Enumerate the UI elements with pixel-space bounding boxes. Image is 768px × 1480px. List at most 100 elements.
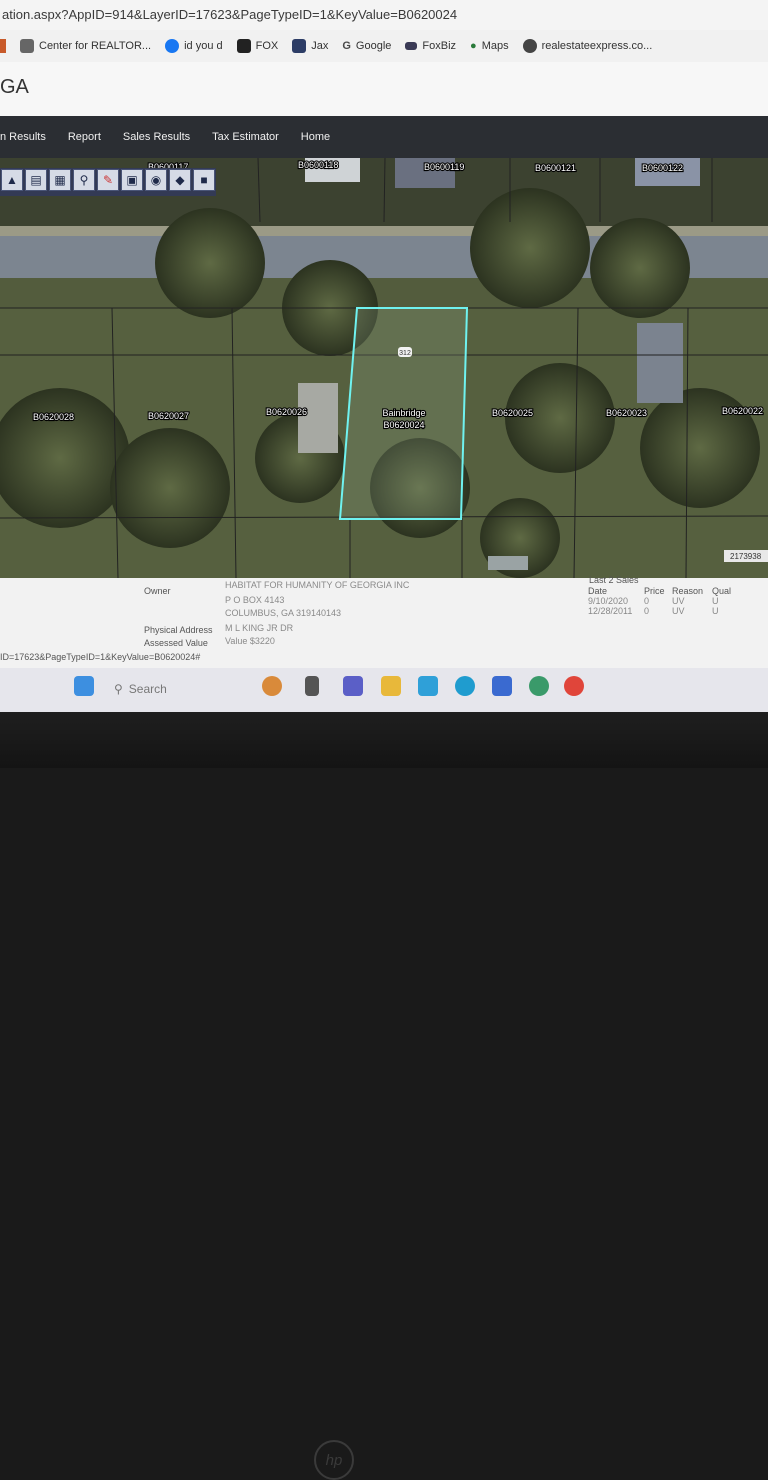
start-icon[interactable] <box>74 676 94 696</box>
physical-address-label: Physical Address <box>144 625 213 635</box>
bookmark-partial-icon <box>0 39 6 53</box>
extent-icon[interactable]: ▣ <box>121 169 143 191</box>
search-icon: ⚲ <box>114 682 123 696</box>
bookmark-google[interactable]: G Google <box>342 40 391 52</box>
notification-icon[interactable] <box>529 676 549 696</box>
fox-icon <box>236 39 251 53</box>
chrome-icon[interactable] <box>564 676 584 696</box>
table-row: 9/10/2020 0 UV U <box>588 596 737 606</box>
owner-line: P O BOX 4143 <box>225 595 285 605</box>
bookmark-label: FOX <box>255 40 279 52</box>
bookmark-label: realestateexpress.co... <box>541 40 653 52</box>
physical-address: M L KING JR DR <box>225 623 294 633</box>
bookmark-facebook[interactable]: id you d <box>165 39 223 53</box>
bookmark-maps[interactable]: ● Maps <box>470 40 509 52</box>
top-parcel-label: B0600122 <box>642 163 683 173</box>
top-parcel-label: B0600119 <box>424 162 464 172</box>
bookmark-label: id you d <box>184 40 223 52</box>
task-view-icon[interactable] <box>305 676 319 696</box>
sale-reason: UV <box>672 606 685 616</box>
top-parcel-label: B0600118 <box>298 160 338 170</box>
app-header: GA <box>0 62 768 116</box>
globe-icon <box>522 39 537 53</box>
parcel-map[interactable]: 312 B0600117 B0600118 B0600119 B0600121 … <box>0 158 768 578</box>
sales-header-row: Date Price Reason Qual <box>588 586 737 596</box>
bookmark-icon <box>20 39 34 53</box>
nav-sales-results[interactable]: Sales Results <box>123 131 190 143</box>
nav-report[interactable]: Report <box>68 131 101 143</box>
table-row: 12/28/2011 0 UV U <box>588 606 737 616</box>
bookmark-fox[interactable]: FOX <box>236 39 279 53</box>
maps-icon: ● <box>470 40 477 52</box>
sales-table: Date Price Reason Qual 9/10/2020 0 UV U … <box>588 586 737 616</box>
owner-line: COLUMBUS, GA 319140143 <box>225 608 342 618</box>
sales-header: Price <box>644 586 665 596</box>
owner-label: Owner <box>144 586 171 596</box>
sale-qual: U <box>712 606 719 616</box>
nav-home[interactable]: Home <box>301 131 330 143</box>
bookmark-label: Maps <box>481 40 509 52</box>
bookmark-jax[interactable]: Jax <box>292 39 328 53</box>
store-icon[interactable] <box>418 676 438 696</box>
sale-price: 0 <box>644 596 650 606</box>
selected-parcel-id: B0620024 <box>383 420 424 430</box>
file-explorer-icon[interactable] <box>381 676 401 696</box>
assessed-value-label: Assessed Value <box>144 638 208 648</box>
measure-icon[interactable]: ◉ <box>145 169 167 191</box>
parcel-number: 312 <box>399 350 411 357</box>
sale-date: 9/10/2020 <box>588 596 629 606</box>
hp-logo: hp <box>314 1440 354 1480</box>
bookmark-label: Center for REALTOR... <box>39 40 152 52</box>
bookmark-foxbiz[interactable]: FoxBiz <box>405 40 456 52</box>
teams-icon[interactable] <box>343 676 363 696</box>
pencil-icon[interactable]: ✎ <box>97 169 119 191</box>
page-icon <box>292 39 307 53</box>
address-bar[interactable]: ation.aspx?AppID=914&LayerID=17623&PageT… <box>0 0 768 30</box>
foxbiz-icon <box>405 42 418 50</box>
nav-bar: n Results Report Sales Results Tax Estim… <box>0 116 768 158</box>
sales-title: Last 2 Sales <box>589 575 639 585</box>
grid-icon[interactable]: ▦ <box>49 169 71 191</box>
select-icon[interactable]: ◆ <box>169 169 191 191</box>
sale-qual: U <box>712 596 719 606</box>
bookmark-center-for-realtor[interactable]: Center for REALTOR... <box>20 39 151 53</box>
pan-icon[interactable]: ▲ <box>1 169 23 191</box>
widget-icon[interactable] <box>262 676 282 696</box>
bookmarks-bar: Center for REALTOR... id you d FOX Jax G… <box>0 30 768 63</box>
corner-id: 2173938 <box>730 552 762 561</box>
assessed-value: Value $3220 <box>225 636 275 646</box>
taskbar-search[interactable]: ⚲ Search <box>114 678 234 700</box>
sale-reason: UV <box>672 596 685 606</box>
bookmark-label: FoxBiz <box>422 40 457 52</box>
parcel-label: B0620028 <box>33 412 74 422</box>
store-bag-icon[interactable] <box>492 676 512 696</box>
bookmark-label: Google <box>355 40 392 52</box>
parcel-label: B0620022 <box>722 406 763 416</box>
zoom-icon[interactable]: ⚲ <box>73 169 95 191</box>
parcel-label: B0620026 <box>266 407 307 417</box>
nav-search-results[interactable]: n Results <box>0 131 46 143</box>
layers-icon[interactable]: ▤ <box>25 169 47 191</box>
bookmark-label: Jax <box>311 40 329 52</box>
sales-header: Date <box>588 586 608 596</box>
aerial-map[interactable]: 312 B0600117 B0600118 B0600119 B0600121 … <box>0 158 768 578</box>
sale-price: 0 <box>644 606 650 616</box>
nav-tax-estimator[interactable]: Tax Estimator <box>212 131 279 143</box>
search-placeholder: Search <box>128 682 167 696</box>
owner-line: HABITAT FOR HUMANITY OF GEORGIA INC <box>225 580 410 590</box>
map-toolbar: ▲ ▤ ▦ ⚲ ✎ ▣ ◉ ◆ ■ <box>0 168 216 196</box>
app-title: GA <box>0 76 29 98</box>
status-url: ID=17623&PageTypeID=1&KeyValue=B0620024# <box>0 652 201 662</box>
sales-header: Reason <box>672 586 704 596</box>
google-icon: G <box>342 40 351 52</box>
selected-parcel-name: Bainbridge <box>382 408 425 418</box>
parcel-label: B0620027 <box>148 411 189 421</box>
sale-date: 12/28/2011 <box>588 606 633 616</box>
save-icon[interactable]: ■ <box>193 169 215 191</box>
bookmark-realestateexpress[interactable]: realestateexpress.co... <box>522 39 653 53</box>
url-text: ation.aspx?AppID=914&LayerID=17623&PageT… <box>2 7 458 22</box>
parcel-label: B0620025 <box>492 408 533 418</box>
screen: ation.aspx?AppID=914&LayerID=17623&PageT… <box>0 0 768 712</box>
edge-icon[interactable] <box>455 676 475 696</box>
facebook-icon <box>165 39 180 53</box>
